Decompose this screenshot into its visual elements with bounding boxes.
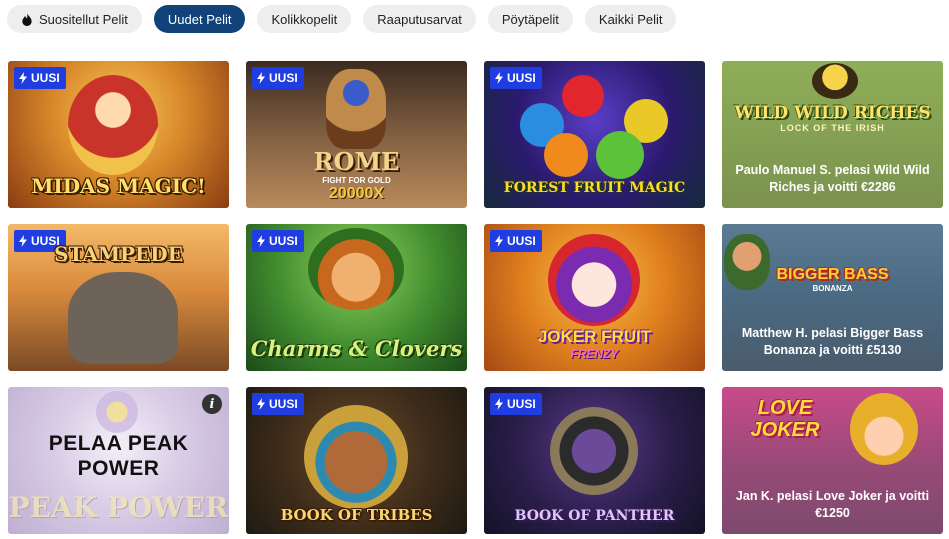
game-logo: JOKER FRUIT FRENZY: [537, 327, 652, 361]
king-character: [68, 75, 158, 175]
game-logo: LOVE JOKER: [750, 397, 820, 441]
game-logo: PEAK POWER: [8, 491, 229, 524]
joker-character: [548, 234, 640, 326]
game-logo: FOREST FRUIT MAGIC: [503, 180, 686, 196]
panther-claw: [550, 407, 638, 495]
lightning-icon: [495, 235, 503, 247]
tab-label: Kolikkopelit: [271, 11, 338, 27]
lightning-icon: [257, 398, 265, 410]
lightning-icon: [495, 72, 503, 84]
game-card-charms-and-clovers[interactable]: UUSI Charms & Clovers: [246, 224, 467, 371]
game-logo: Charms & Clovers: [250, 336, 463, 361]
tab-scratchcards[interactable]: Raaputusarvat: [363, 5, 476, 33]
game-card-peak-power[interactable]: i PELAA PEAK POWER PEAK POWER: [8, 387, 229, 534]
game-card-book-of-tribes[interactable]: UUSI BOOK OF TRIBES: [246, 387, 467, 534]
lightning-icon: [257, 72, 265, 84]
flame-icon: [22, 12, 32, 26]
radiation-icon: [96, 391, 138, 433]
game-card-joker-fruit-frenzy[interactable]: UUSI JOKER FRUIT FRENZY: [484, 224, 705, 371]
game-card-rome[interactable]: UUSI ROME FIGHT FOR GOLD 20000X: [246, 61, 467, 208]
fruit-character: [596, 131, 644, 179]
fruit-character: [544, 133, 588, 177]
category-tabs: Suositellut Pelit Uudet Pelit Kolikkopel…: [7, 5, 677, 33]
game-logo: MIDAS MAGIC!: [31, 174, 206, 198]
love-joker-character: [850, 393, 918, 465]
tab-table-games[interactable]: Pöytäpelit: [487, 5, 573, 33]
tab-label: Raaputusarvat: [377, 11, 462, 27]
tab-label: Uudet Pelit: [167, 11, 232, 27]
new-badge: UUSI: [490, 393, 542, 415]
game-logo: ROME FIGHT FOR GOLD 20000X: [313, 147, 400, 202]
tab-slots[interactable]: Kolikkopelit: [257, 5, 352, 33]
elephant-character: [68, 272, 178, 364]
new-badge: UUSI: [252, 393, 304, 415]
tab-new-games[interactable]: Uudet Pelit: [153, 5, 246, 33]
game-card-forest-fruit-magic[interactable]: UUSI FOREST FRUIT MAGIC: [484, 61, 705, 208]
game-card-midas-magic[interactable]: UUSI MIDAS MAGIC!: [8, 61, 229, 208]
info-icon[interactable]: i: [202, 394, 222, 414]
game-logo: WILD WILD RICHES LOCK OF THE IRISH: [734, 103, 931, 133]
new-badge: UUSI: [490, 230, 542, 252]
tribal-chief-character: [304, 405, 408, 509]
tab-all-games[interactable]: Kaikki Pelit: [584, 5, 677, 33]
tab-label: Kaikki Pelit: [598, 11, 663, 27]
game-card-book-of-panther[interactable]: UUSI BOOK OF PANTHER: [484, 387, 705, 534]
lightning-icon: [19, 72, 27, 84]
game-logo: BOOK OF TRIBES: [280, 506, 433, 524]
new-badge: UUSI: [252, 230, 304, 252]
tab-recommended[interactable]: Suositellut Pelit: [7, 5, 142, 33]
new-badge: UUSI: [252, 67, 304, 89]
play-peak-power-label: PELAA PEAK POWER: [48, 432, 189, 480]
game-logo: BIGGER BASS BONANZA: [776, 266, 889, 293]
game-card-stampede[interactable]: UUSI STAMPEDE: [8, 224, 229, 371]
lightning-icon: [495, 398, 503, 410]
gladiator-character: [326, 69, 386, 149]
pot-of-gold: [812, 63, 858, 99]
winner-text: Jan K. pelasi Love Joker ja voitti €1250: [735, 489, 930, 520]
game-card-wild-wild-riches[interactable]: WILD WILD RICHES LOCK OF THE IRISH Paulo…: [722, 61, 943, 208]
lightning-icon: [257, 235, 265, 247]
game-grid: UUSI MIDAS MAGIC! UUSI ROME FIGHT FOR GO…: [8, 61, 943, 534]
game-logo: STAMPEDE: [54, 242, 183, 266]
leprechaun-character: [308, 228, 404, 310]
game-card-bigger-bass-bonanza[interactable]: BIGGER BASS BONANZA Matthew H. pelasi Bi…: [722, 224, 943, 371]
new-badge: UUSI: [490, 67, 542, 89]
tab-label: Suositellut Pelit: [39, 11, 128, 27]
winner-text: Paulo Manuel S. pelasi Wild Wild Riches …: [735, 163, 930, 194]
new-badge: UUSI: [14, 67, 66, 89]
game-card-love-joker[interactable]: LOVE JOKER Jan K. pelasi Love Joker ja v…: [722, 387, 943, 534]
tab-label: Pöytäpelit: [501, 11, 559, 27]
winner-text: Matthew H. pelasi Bigger Bass Bonanza ja…: [741, 326, 924, 357]
fruit-character: [562, 75, 604, 117]
game-logo: BOOK OF PANTHER: [514, 508, 675, 524]
